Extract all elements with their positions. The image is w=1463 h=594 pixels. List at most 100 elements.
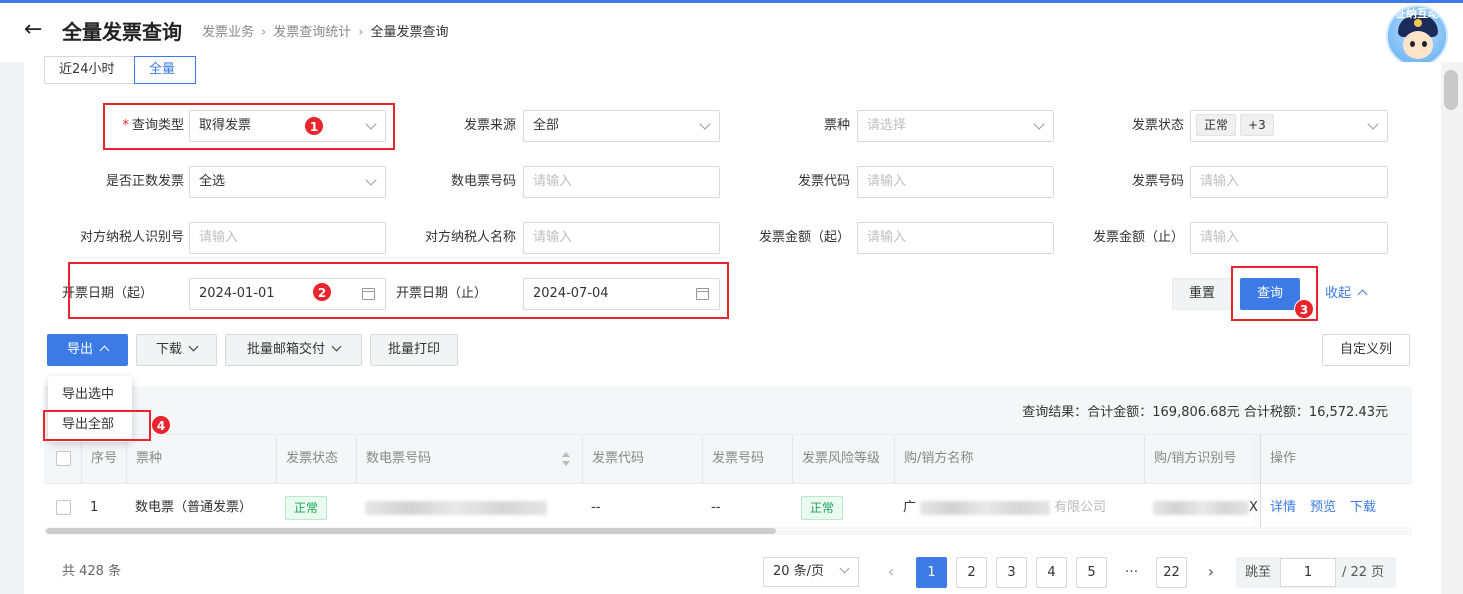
is-positive-select[interactable]: 全选 [189,166,386,198]
download-link[interactable]: 下载 [1350,500,1376,515]
digital-no-input[interactable]: 请输入 [523,166,720,198]
horizontal-scroll-thumb[interactable] [46,528,776,534]
status-tag-normal: 正常 [1196,113,1237,136]
page-ellipsis[interactable]: ··· [1116,557,1147,587]
page-button[interactable]: 4 [1036,557,1067,588]
redacted-block [920,500,1051,515]
batch-print-button[interactable]: 批量打印 [370,334,458,366]
step-badge-1: 1 [304,116,324,136]
prev-page-icon[interactable]: ‹ [876,557,906,587]
counter-taxid-input[interactable]: 请输入 [189,222,386,254]
page-button[interactable]: 1 [916,557,947,588]
risk-badge: 正常 [801,495,844,520]
counter-taxid-label: 对方纳税人识别号 [79,230,184,245]
chevron-down-icon [1033,118,1045,130]
page-title: 全量发票查询 [62,20,182,44]
breadcrumb-separator-icon: › [358,25,364,40]
tab-all[interactable]: 全量 [134,56,196,84]
detail-link[interactable]: 详情 [1270,500,1296,515]
counter-name-input[interactable]: 请输入 [523,222,720,254]
column-header: 发票代码 [582,435,702,483]
status-tag-more: +3 [1240,113,1274,136]
avatar-eye-icon [1410,41,1415,47]
chevron-down-icon [1367,118,1379,130]
column-header: 票种 [126,435,276,483]
vertical-scrollbar[interactable] [1441,62,1463,594]
tab-last-24h[interactable]: 近24小时 [44,56,136,84]
redacted-block [365,500,547,515]
avatar-label: 征纳互动 [1395,7,1439,20]
column-header: 发票状态 [276,435,356,483]
breadcrumb-item[interactable]: 发票业务 [202,25,254,40]
menu-item-export-selected[interactable]: 导出选中 [48,380,132,410]
avatar-face-icon [1403,31,1433,59]
breadcrumb-separator-icon: › [261,25,267,40]
column-header: 序号 [81,435,126,483]
breadcrumb-item[interactable]: 发票查询统计 [273,25,351,40]
reset-button[interactable]: 重置 [1172,278,1232,310]
download-label: 下载 [155,342,182,357]
column-header: 发票风险等级 [792,435,894,483]
collapse-label: 收起 [1325,286,1352,301]
cell-actions: 详情 预览 下载 [1260,484,1412,532]
code-input[interactable]: 请输入 [857,166,1054,198]
source-select[interactable]: 全部 [523,110,720,142]
breadcrumb-current: 全量发票查询 [370,25,449,40]
next-page-icon[interactable]: › [1196,557,1226,587]
table-row: 1 数电票（普通发票） 正常 -- -- 正常 广 有限公司 X 详情 预览 下载 [44,484,1412,532]
page-button[interactable]: 3 [996,557,1027,588]
source-value: 全部 [533,118,560,133]
query-summary: 查询结果：合计金额：169,806.68元 合计税额：16,572.43元 [1022,405,1388,420]
counter-name-label: 对方纳税人名称 [424,230,516,245]
back-arrow-icon[interactable]: ← [24,18,42,42]
step-badge-3: 3 [1294,299,1314,319]
number-label: 发票号码 [1131,174,1184,189]
jump-page-input[interactable]: 1 [1280,558,1336,587]
is-positive-value: 全选 [199,174,226,189]
batch-mail-button[interactable]: 批量邮箱交付 [225,334,362,366]
select-all-checkbox[interactable] [56,451,71,466]
batch-mail-label: 批量邮箱交付 [246,342,325,357]
highlight-box-2 [68,262,729,319]
amount-from-input[interactable]: 请输入 [857,222,1054,254]
code-label: 发票代码 [797,174,850,189]
amount-from-label: 发票金额（起） [758,230,850,245]
row-checkbox[interactable] [56,500,71,515]
party-name-end: 有限公司 [1054,500,1107,515]
digital-no-label: 数电票号码 [450,174,516,189]
source-label: 发票来源 [463,118,516,133]
page-size-value: 20 条/页 [773,564,825,579]
download-button[interactable]: 下载 [136,334,217,366]
cell-index: 1 [90,500,99,515]
page-size-select[interactable]: 20 条/页 [763,557,859,587]
jump-suffix: / 22 页 [1342,565,1385,580]
amount-to-input[interactable]: 请输入 [1190,222,1388,254]
export-button[interactable]: 导出 [47,334,128,366]
column-header-label: 数电票号码 [366,451,432,466]
status-badge: 正常 [285,495,328,520]
cell-digital-no [356,484,582,532]
table-header: 序号 票种 发票状态 数电票号码 发票代码 发票号码 发票风险等级 购/销方名称… [44,434,1412,484]
status-label: 发票状态 [1131,118,1184,133]
sort-icon[interactable] [562,452,570,468]
redacted-block [1153,500,1249,515]
cell-status: 正常 [276,484,356,532]
collapse-link[interactable]: 收起 [1325,278,1368,310]
cell-party-taxid: X [1144,484,1260,532]
status-select[interactable]: 正常 +3 [1190,110,1388,142]
vertical-scroll-thumb[interactable] [1444,70,1458,110]
cell-party-name: 广 有限公司 [894,484,1144,532]
highlight-box-1 [103,103,395,150]
column-header: 购/销方识别号 [1144,435,1260,483]
page-button[interactable]: 2 [956,557,987,588]
column-header-sortable[interactable]: 数电票号码 [356,435,582,483]
preview-link[interactable]: 预览 [1310,500,1336,515]
page-button[interactable]: 22 [1156,557,1187,588]
ticket-type-select[interactable]: 请选择 [857,110,1054,142]
page-button[interactable]: 5 [1076,557,1107,588]
fixed-column-divider [1260,434,1261,532]
assistant-avatar[interactable]: 征纳互动 [1386,5,1448,67]
is-positive-label: 是否正数发票 [105,174,184,189]
custom-columns-button[interactable]: 自定义列 [1322,334,1410,366]
number-input[interactable]: 请输入 [1190,166,1388,198]
